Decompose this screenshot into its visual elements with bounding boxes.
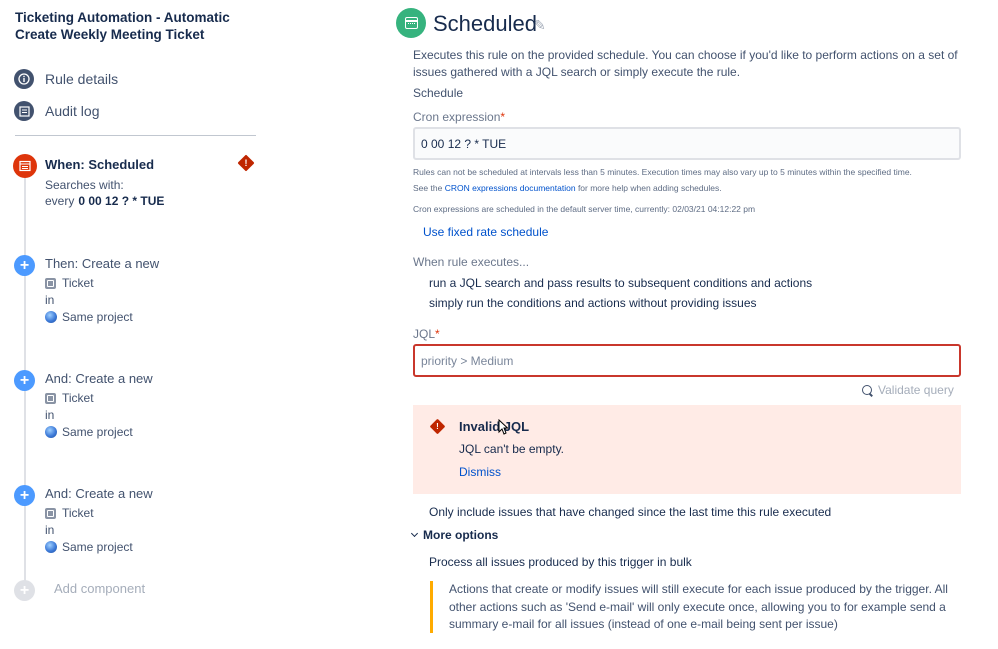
component-trigger-scheduled[interactable]: When: Scheduled ! Searches with: every 0… [13,154,259,212]
action-issue-type: Ticket [45,276,94,290]
bulk-process-option[interactable]: Process all issues produced by this trig… [429,555,692,569]
rule-sidebar: Ticketing Automation - Automatic Create … [0,0,270,649]
project-label: Same project [62,425,133,439]
help-suffix-text: for more help when adding schedules. [577,183,722,193]
plus-icon: + [14,485,35,506]
trigger-line2: every 0 00 12 ? * TUE [45,194,164,208]
more-options-label: More options [423,528,499,542]
nav-audit-log-label: Audit log [45,103,100,119]
validate-query-label: Validate query [878,383,954,397]
action-project: Same project [45,425,133,439]
component-action-create-2[interactable]: + And: Create a new Ticket in Same proje… [14,370,259,440]
plus-icon: + [14,370,35,391]
plus-icon: + [14,255,35,276]
action-issue-type: Ticket [45,391,94,405]
search-icon [862,385,872,395]
nav-audit-log[interactable]: Audit log [14,100,99,122]
warning-icon: ! [237,154,255,172]
cron-label: Cron expression* [413,110,505,124]
fixed-rate-schedule-link[interactable]: Use fixed rate schedule [423,225,548,239]
mouse-cursor-icon [498,419,508,435]
list-icon [14,101,34,121]
add-component-label: Add component [54,581,146,596]
action-project: Same project [45,310,133,324]
action-in-label: in [45,293,55,307]
nav-rule-details[interactable]: Rule details [14,68,118,90]
cron-help-line1: Rules can not be scheduled at intervals … [413,167,912,177]
calendar-icon [13,154,37,178]
project-label: Same project [62,310,133,324]
trigger-title: When: Scheduled [45,157,155,172]
error-icon: ! [429,418,446,435]
plus-icon: + [14,580,35,601]
invalid-jql-error: ! Invalid JQL JQL can't be empty. Dismis… [413,405,961,494]
action-in-label: in [45,408,55,422]
info-icon [14,69,34,89]
component-action-create-1[interactable]: + Then: Create a new Ticket in Same proj… [14,255,259,325]
when-executes-label: When rule executes... [413,255,530,269]
action-in-label: in [45,523,55,537]
jql-label-text: JQL [413,327,436,341]
trigger-line1: Searches with: [45,178,124,192]
error-message: JQL can't be empty. [459,442,565,456]
pencil-icon[interactable]: ✎ [534,17,546,34]
sidebar-divider [15,135,256,136]
action-issue-type: Ticket [45,506,94,520]
server-time-note: Cron expressions are scheduled in the de… [413,204,756,214]
validate-query-button[interactable]: Validate query [862,383,954,397]
more-options-toggle[interactable]: More options [410,528,499,542]
project-label: Same project [62,540,133,554]
only-changed-issues-option[interactable]: Only include issues that have changed si… [429,505,831,519]
action-title: And: Create a new [45,371,153,386]
issue-type-label: Ticket [62,276,94,290]
rule-title: Ticketing Automation - Automatic Create … [15,10,230,42]
schedule-heading: Schedule [413,86,464,100]
page-title: Scheduled [433,11,537,36]
action-title: Then: Create a new [45,256,160,271]
trigger-cron-value: 0 00 12 ? * TUE [78,194,165,208]
issue-type-label: Ticket [62,506,94,520]
nav-rule-details-label: Rule details [45,71,119,87]
cron-help-line2: See the CRON expressions documentation f… [413,180,722,197]
ticket-icon [45,507,56,519]
jql-input[interactable] [413,344,961,377]
project-avatar-icon [45,311,57,323]
project-avatar-icon [45,426,57,438]
action-project: Same project [45,540,133,554]
bulk-process-note: Actions that create or modify issues wil… [430,581,962,633]
description-text: Executes this rule on the provided sched… [413,48,958,79]
dismiss-button[interactable]: Dismiss [459,465,501,479]
scheduled-calendar-icon [396,8,426,38]
issue-type-label: Ticket [62,391,94,405]
help-see-text: See the [413,183,443,193]
trigger-every-label: every [45,194,75,208]
jql-label: JQL* [413,327,440,341]
required-marker: * [500,110,506,124]
panel-description: Executes this rule on the provided sched… [413,47,973,102]
ticket-icon [45,277,56,289]
cron-docs-link[interactable]: CRON expressions documentation [445,183,576,193]
project-avatar-icon [45,541,57,553]
add-component-button[interactable]: + Add component [14,580,214,602]
action-title: And: Create a new [45,486,153,501]
required-marker: * [435,327,440,341]
component-action-create-3[interactable]: + And: Create a new Ticket in Same proje… [14,485,259,555]
error-title: Invalid JQL [459,419,530,434]
cron-label-text: Cron expression [413,110,501,124]
radio-run-jql-search[interactable]: run a JQL search and pass results to sub… [429,276,812,290]
ticket-icon [45,392,56,404]
radio-simply-run[interactable]: simply run the conditions and actions wi… [429,296,757,310]
chevron-down-icon [410,529,419,538]
cron-expression-input[interactable] [413,127,961,160]
